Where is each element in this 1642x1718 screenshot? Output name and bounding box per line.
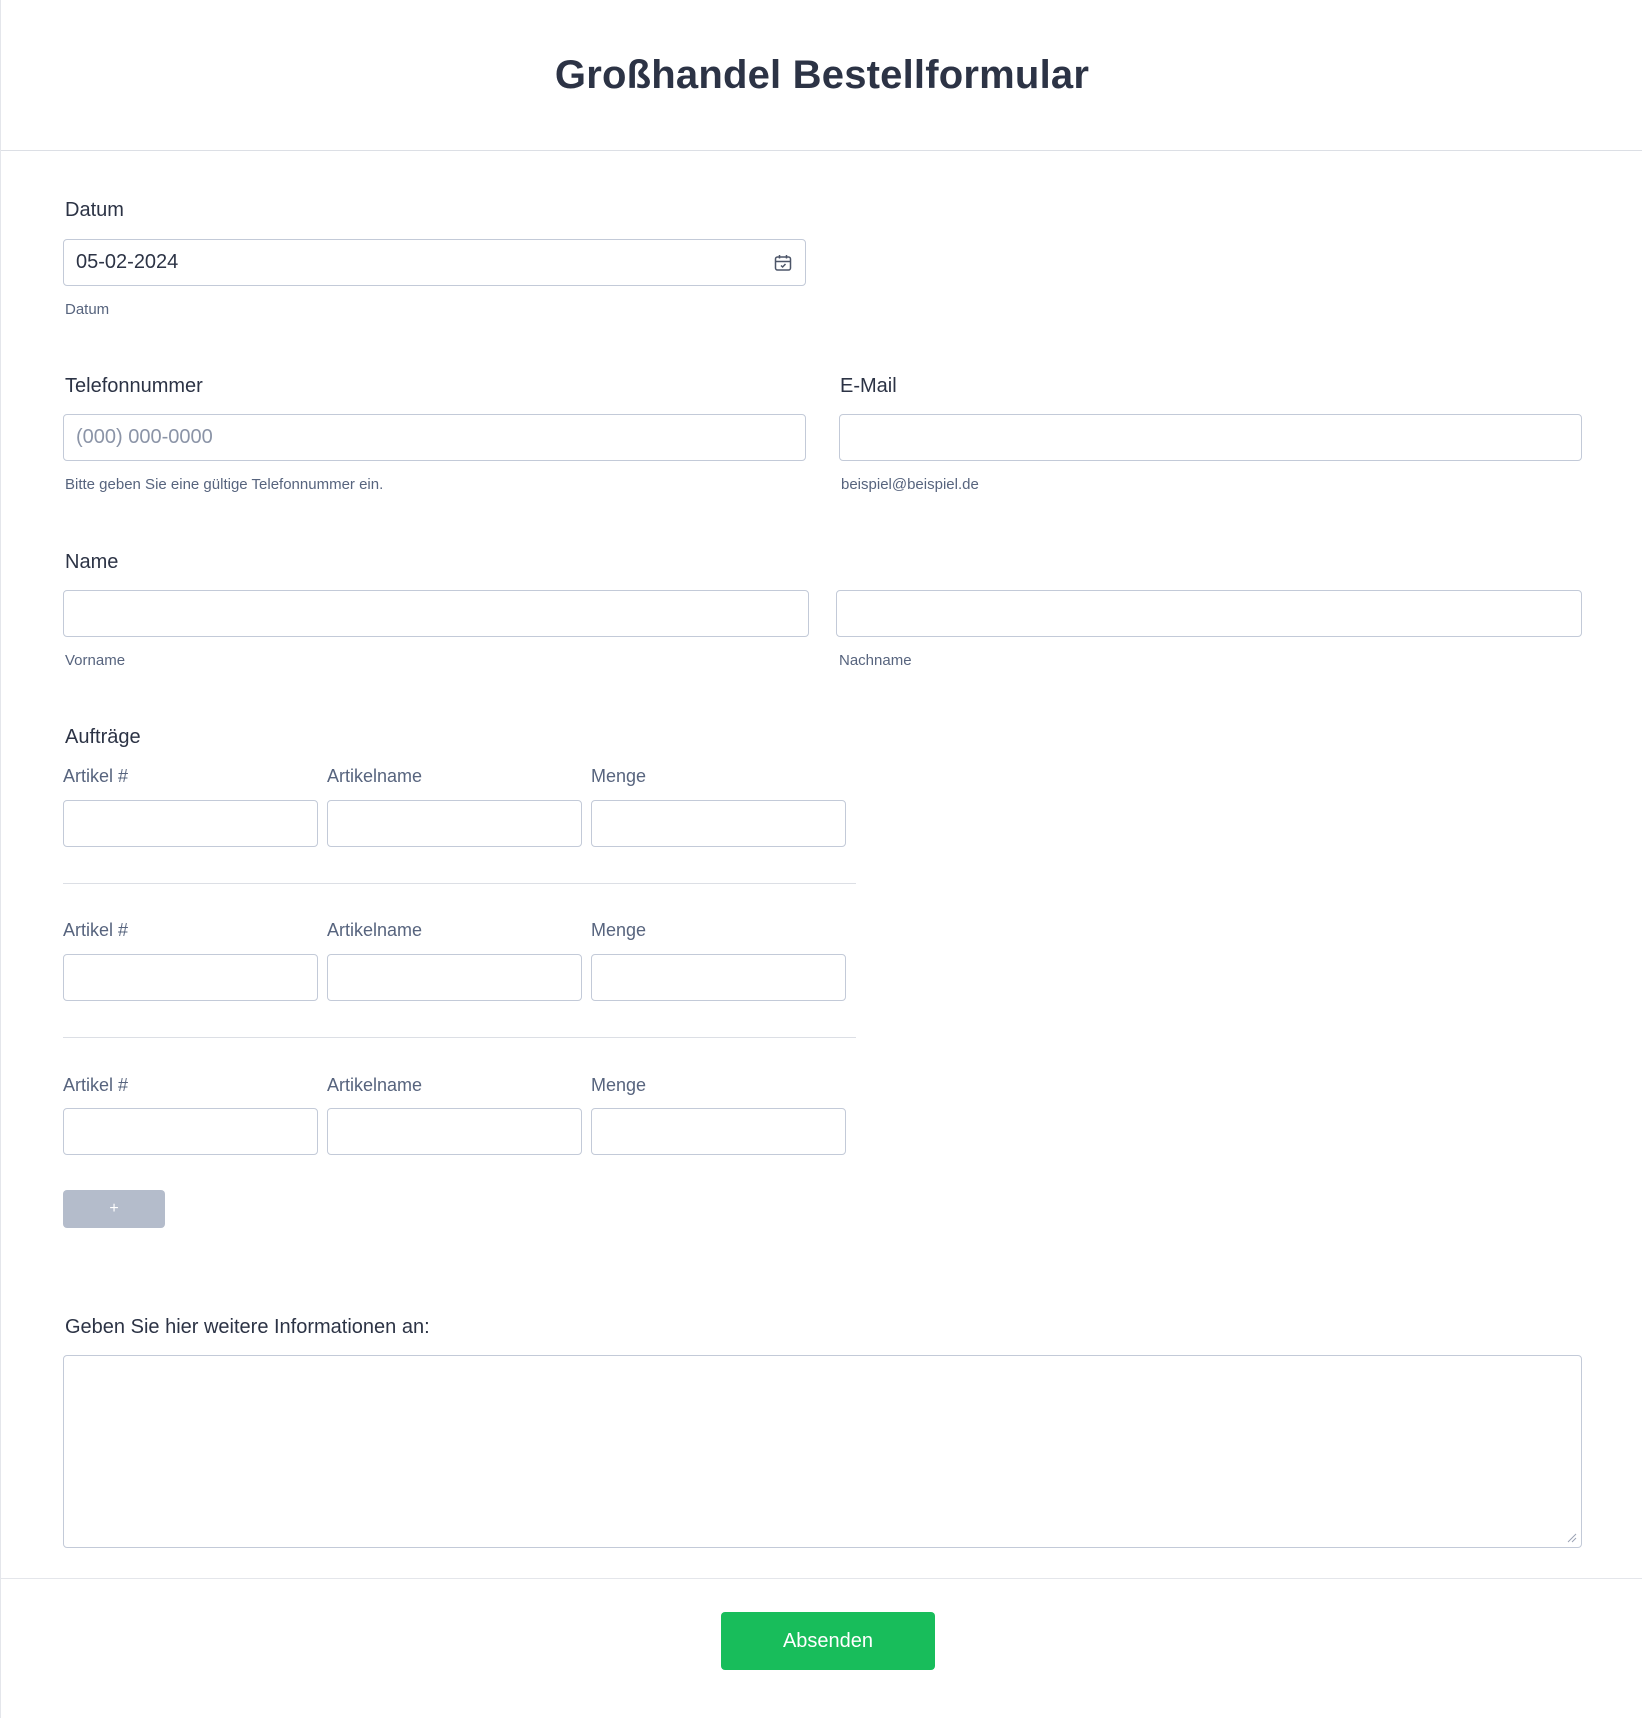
order-3-article-number-input[interactable] bbox=[63, 1108, 318, 1155]
name-label: Name bbox=[65, 551, 119, 573]
date-label: Datum bbox=[65, 199, 124, 221]
submit-button[interactable]: Absenden bbox=[721, 1612, 935, 1670]
order-1-quantity-input[interactable] bbox=[591, 800, 846, 847]
phone-input[interactable]: (000) 000-0000 bbox=[63, 414, 806, 461]
date-input[interactable]: 05-02-2024 bbox=[63, 239, 806, 286]
order-col-article-name: Artikelname bbox=[327, 920, 423, 940]
order-col-quantity: Menge bbox=[591, 766, 647, 786]
phone-placeholder: (000) 000-0000 bbox=[76, 426, 213, 448]
first-name-input[interactable] bbox=[63, 590, 809, 637]
add-order-row-button[interactable]: + bbox=[63, 1190, 165, 1228]
order-col-article-name: Artikelname bbox=[327, 1075, 423, 1095]
order-2-quantity-input[interactable] bbox=[591, 954, 846, 1001]
last-name-input[interactable] bbox=[836, 590, 1582, 637]
form-header: Großhandel Bestellformular bbox=[1, 0, 1642, 151]
order-1-article-name-input[interactable] bbox=[327, 800, 582, 847]
form-title: Großhandel Bestellformular bbox=[554, 52, 1090, 97]
order-col-quantity: Menge bbox=[591, 1075, 647, 1095]
email-sublabel: beispiel@beispiel.de bbox=[841, 476, 979, 493]
calendar-icon[interactable] bbox=[773, 253, 793, 273]
order-3-quantity-input[interactable] bbox=[591, 1108, 846, 1155]
order-1-article-number-input[interactable] bbox=[63, 800, 318, 847]
phone-label: Telefonnummer bbox=[65, 375, 203, 397]
order-col-article-number: Artikel # bbox=[63, 1075, 129, 1095]
email-label: E-Mail bbox=[840, 375, 897, 397]
footer-divider bbox=[1, 1578, 1642, 1579]
date-value: 05-02-2024 bbox=[76, 251, 179, 273]
order-divider bbox=[63, 883, 856, 884]
order-col-quantity: Menge bbox=[591, 920, 647, 940]
order-divider bbox=[63, 1037, 856, 1038]
phone-sublabel: Bitte geben Sie eine gültige Telefonnumm… bbox=[65, 476, 384, 493]
last-name-sublabel: Nachname bbox=[839, 652, 912, 669]
form-card: Großhandel Bestellformular Datum 05-02-2… bbox=[0, 0, 1642, 1718]
order-col-article-number: Artikel # bbox=[63, 920, 129, 940]
date-sublabel: Datum bbox=[65, 301, 110, 318]
resize-handle-icon[interactable] bbox=[1567, 1533, 1577, 1543]
page: Großhandel Bestellformular Datum 05-02-2… bbox=[0, 0, 1642, 1718]
order-col-article-name: Artikelname bbox=[327, 766, 423, 786]
order-2-article-name-input[interactable] bbox=[327, 954, 582, 1001]
email-input[interactable] bbox=[839, 414, 1582, 461]
first-name-sublabel: Vorname bbox=[65, 652, 126, 669]
additional-info-textarea[interactable] bbox=[63, 1355, 1582, 1548]
order-col-article-number: Artikel # bbox=[63, 766, 129, 786]
order-3-article-name-input[interactable] bbox=[327, 1108, 582, 1155]
orders-label: Aufträge bbox=[65, 726, 141, 748]
order-2-article-number-input[interactable] bbox=[63, 954, 318, 1001]
additional-info-label: Geben Sie hier weitere Informationen an: bbox=[65, 1316, 430, 1338]
